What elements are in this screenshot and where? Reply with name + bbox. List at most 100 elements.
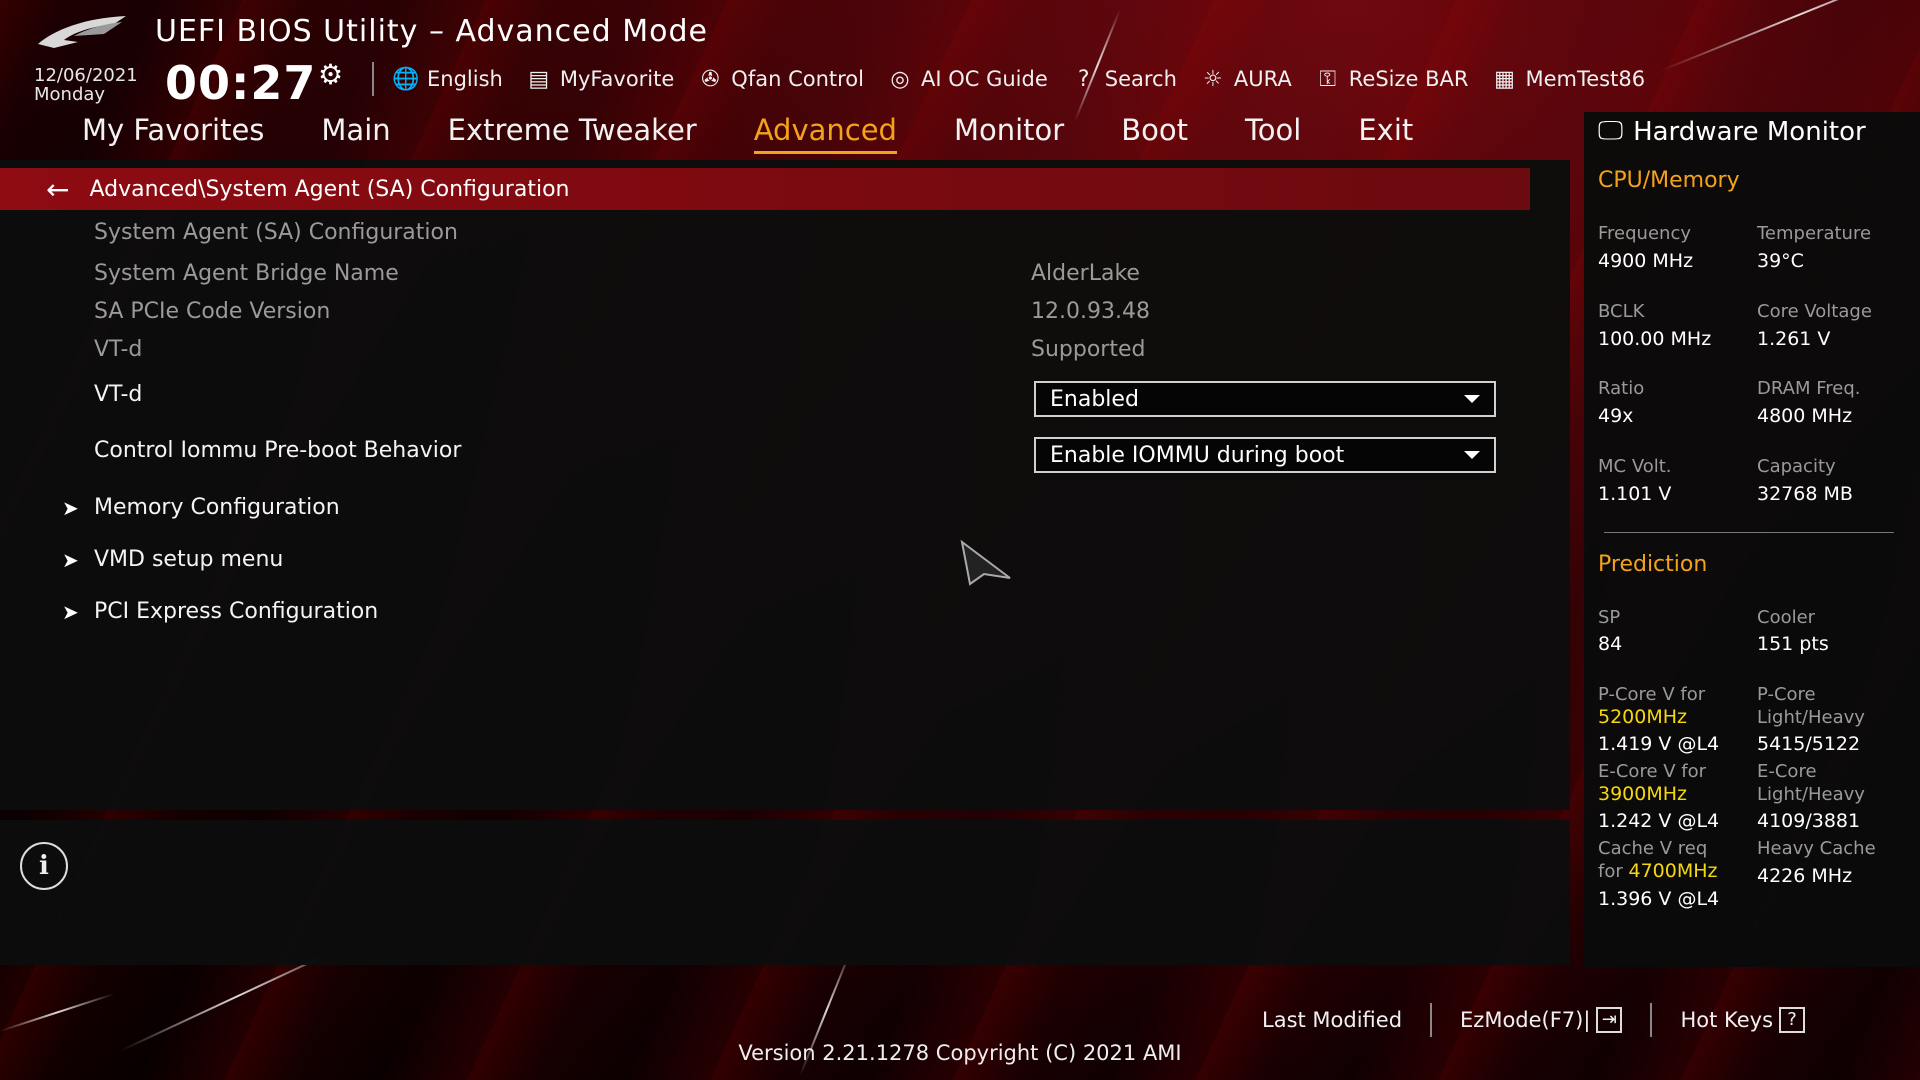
toolbar-item-english[interactable]: 🌐 English xyxy=(392,67,503,92)
submenu-vmd-setup-menu[interactable]: ➤ VMD setup menu xyxy=(62,547,283,572)
hardware-monitor-panel: 🖵 Hardware Monitor CPU/Memory Frequency … xyxy=(1584,112,1920,967)
tab-monitor[interactable]: Monitor xyxy=(954,113,1064,154)
memtest-icon: ▦ xyxy=(1494,66,1515,92)
vtd-dropdown[interactable]: Enabled xyxy=(1034,381,1496,417)
mouse-cursor-icon xyxy=(960,540,1011,586)
hw-label-dram-freq: DRAM Freq. xyxy=(1757,378,1861,399)
hw-label-ecore-v: E-Core V for 3900MHz xyxy=(1598,760,1706,806)
search-icon: ? xyxy=(1077,66,1090,92)
toolbar-item-memtest86[interactable]: ▦ MemTest86 xyxy=(1490,67,1645,92)
toolbar-item-myfavorite[interactable]: ▤ MyFavorite xyxy=(525,67,674,92)
info-value-vtd-support: Supported xyxy=(1031,337,1146,362)
version-text: Version 2.21.1278 Copyright (C) 2021 AMI xyxy=(738,1041,1182,1065)
hw-value-frequency: 4900 MHz xyxy=(1598,250,1694,272)
hw-label-heavy-cache: Heavy Cache xyxy=(1757,838,1876,859)
toolbar-item-qfan-control[interactable]: ✇ Qfan Control xyxy=(696,67,864,92)
monitor-icon: 🖵 xyxy=(1598,116,1624,146)
submenu-pci-express-configuration[interactable]: ➤ PCI Express Configuration xyxy=(62,599,378,624)
main-tabs: My Favorites Main Extreme Tweaker Advanced M… xyxy=(82,113,1470,154)
last-modified-label: Last Modified xyxy=(1262,1008,1403,1032)
hw-label-cache-v-line2: for 4700MHz xyxy=(1598,860,1718,883)
aura-icon: ☼ xyxy=(1203,66,1223,92)
info-bar: i xyxy=(0,820,1570,965)
divider xyxy=(1650,1003,1653,1037)
hotkeys-label: Hot Keys xyxy=(1680,1008,1774,1032)
hardware-monitor-title-text: Hardware Monitor xyxy=(1633,116,1866,147)
divider xyxy=(1604,532,1894,533)
ai-oc-icon: ◎ xyxy=(890,66,910,92)
tab-my-favorites[interactable]: My Favorites xyxy=(82,113,264,154)
footer-buttons: Last Modified EzMode(F7)| ⇥ Hot Keys ? xyxy=(1262,1003,1806,1037)
breadcrumb-path: Advanced\System Agent (SA) Configuration xyxy=(89,176,570,202)
hw-value-temperature: 39°C xyxy=(1757,250,1804,272)
hw-label-ecore-line1: E-Core xyxy=(1757,761,1817,782)
gear-icon[interactable]: ⚙ xyxy=(318,58,343,91)
last-modified-button[interactable]: Last Modified xyxy=(1262,1008,1402,1032)
vtd-dropdown-value: Enabled xyxy=(1050,386,1139,412)
exit-arrow-icon: ⇥ xyxy=(1596,1007,1623,1033)
fan-icon: ✇ xyxy=(701,66,720,92)
hw-label-pcore-line1: P-Core xyxy=(1757,684,1816,705)
weekday-text: Monday xyxy=(34,84,106,105)
toolbar-item-label: AI OC Guide xyxy=(920,67,1048,91)
hw-label-frequency: Frequency xyxy=(1598,223,1691,244)
hw-label-sp: SP xyxy=(1598,607,1621,628)
hw-label-ecore-line2: Light/Heavy xyxy=(1757,784,1865,805)
hw-value-ratio: 49x xyxy=(1598,405,1634,427)
app-title: UEFI BIOS Utility – Advanced Mode xyxy=(155,14,708,49)
hardware-monitor-title: 🖵 Hardware Monitor xyxy=(1598,116,1866,147)
hw-label-pcore-v-text: P-Core V for xyxy=(1598,684,1706,705)
info-icon[interactable]: i xyxy=(20,842,68,890)
hw-value-pcore-light-heavy: 5415/5122 xyxy=(1757,733,1861,755)
hw-value-sp: 84 xyxy=(1598,633,1623,655)
hw-label-cooler: Cooler xyxy=(1757,607,1816,628)
iommu-preboot-dropdown[interactable]: Enable IOMMU during boot xyxy=(1034,437,1496,473)
breadcrumb[interactable]: ← Advanced\System Agent (SA) Configurati… xyxy=(0,168,1530,210)
submenu-label: VMD setup menu xyxy=(94,547,284,572)
tab-tool[interactable]: Tool xyxy=(1245,113,1301,154)
divider xyxy=(372,62,374,96)
cpu-memory-heading: CPU/Memory xyxy=(1598,168,1740,193)
hw-label-cache-v-line1: Cache V req xyxy=(1598,838,1708,859)
chevron-right-icon: ➤ xyxy=(62,547,79,572)
info-value-bridge-name: AlderLake xyxy=(1031,261,1140,286)
hw-label-ecore-light-heavy: E-Core Light/Heavy xyxy=(1757,760,1865,806)
toolbar-item-ai-oc-guide[interactable]: ◎ AI OC Guide xyxy=(886,66,1048,92)
toolbar-item-label: English xyxy=(427,67,503,91)
chevron-right-icon: ➤ xyxy=(62,495,79,520)
tab-main[interactable]: Main xyxy=(321,113,390,154)
hw-label-cache-v-for: for xyxy=(1598,861,1623,882)
toolbar-item-resize-bar[interactable]: ⚿ ReSize BAR xyxy=(1314,66,1468,92)
hw-value-cooler: 151 pts xyxy=(1757,633,1829,655)
prediction-heading: Prediction xyxy=(1598,552,1708,577)
tab-advanced[interactable]: Advanced xyxy=(753,113,897,154)
hw-value-ecore-v: 1.242 V @L4 xyxy=(1598,810,1720,832)
toolbar: 🌐 English ▤ MyFavorite ✇ Qfan Control ◎ AI OC G… xyxy=(392,62,1667,96)
globe-icon: 🌐 xyxy=(392,66,420,92)
hw-value-pcore-v: 1.419 V @L4 xyxy=(1598,733,1720,755)
info-label-bridge-name: System Agent Bridge Name xyxy=(94,261,399,286)
submenu-label: Memory Configuration xyxy=(94,495,340,520)
submenu-label: PCI Express Configuration xyxy=(94,599,379,624)
toolbar-item-search[interactable]: ? Search xyxy=(1070,67,1177,92)
hw-label-pcore-line2: Light/Heavy xyxy=(1757,707,1865,728)
tab-boot[interactable]: Boot xyxy=(1121,113,1188,154)
divider xyxy=(1430,1003,1433,1037)
hw-label-capacity: Capacity xyxy=(1757,456,1836,477)
toolbar-item-aura[interactable]: ☼ AURA xyxy=(1199,67,1292,92)
hw-label-temperature: Temperature xyxy=(1757,223,1872,244)
toolbar-item-label: MemTest86 xyxy=(1525,67,1646,91)
setting-label-vtd: VT-d xyxy=(94,382,143,407)
chevron-right-icon: ➤ xyxy=(62,599,79,624)
hw-value-mc-volt: 1.101 V xyxy=(1598,483,1672,505)
submenu-memory-configuration[interactable]: ➤ Memory Configuration xyxy=(62,495,340,520)
tab-extreme-tweaker[interactable]: Extreme Tweaker xyxy=(448,113,697,154)
hw-value-core-voltage: 1.261 V xyxy=(1757,328,1831,350)
resize-bar-icon: ⚿ xyxy=(1319,66,1337,92)
myfavorite-icon: ▤ xyxy=(528,66,550,92)
back-arrow-icon[interactable]: ← xyxy=(46,173,69,206)
hotkeys-button[interactable]: Hot Keys ? xyxy=(1680,1007,1806,1033)
toolbar-item-label: AURA xyxy=(1233,67,1292,91)
ezmode-button[interactable]: EzMode(F7)| ⇥ xyxy=(1460,1007,1623,1033)
tab-exit[interactable]: Exit xyxy=(1358,113,1413,154)
